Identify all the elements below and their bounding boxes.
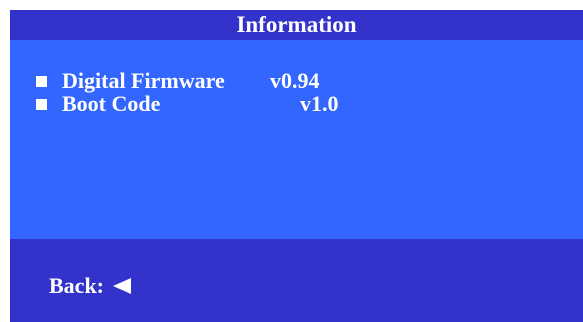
bullet-square-icon — [36, 99, 47, 110]
info-label-digital-firmware: Digital Firmware — [62, 68, 225, 93]
back-button[interactable]: Back: — [49, 273, 131, 299]
info-value-digital-firmware: v0.94 — [270, 68, 320, 93]
information-panel: Information Digital Firmware v0.94 Boot … — [10, 10, 583, 322]
left-triangle-arrow-icon — [113, 278, 131, 294]
footer-bar: Back: — [10, 239, 583, 322]
bullet-square-icon — [36, 76, 47, 87]
back-label: Back: — [49, 273, 104, 298]
title-bar: Information — [10, 10, 583, 40]
info-label-boot-code: Boot Code — [62, 91, 161, 116]
page-title: Information — [236, 12, 357, 37]
info-value-boot-code: v1.0 — [300, 91, 339, 116]
